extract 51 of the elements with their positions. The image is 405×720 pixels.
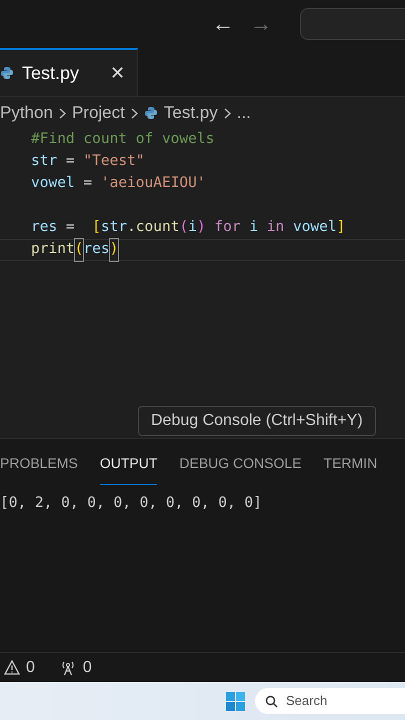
code-token: in (266, 218, 286, 238)
code-token: #Find count of vowels (31, 130, 214, 150)
panel-tab[interactable]: OUTPUT (100, 453, 158, 485)
code-token: print (31, 240, 75, 260)
windows-icon[interactable] (226, 692, 245, 710)
code-token: ) (110, 239, 118, 261)
code-token: [ (92, 218, 101, 238)
tab-label: Test.py (22, 62, 80, 85)
code-token: i (188, 218, 197, 238)
close-button[interactable]: ✕ (110, 60, 125, 86)
output-text: [0, 2, 0, 0, 0, 0, 0, 0, 0, 0] (0, 494, 263, 513)
tooltip: Debug Console (Ctrl+Shift+Y) (138, 406, 376, 436)
status-count[interactable]: 0 (82, 656, 92, 680)
search-placeholder: Search (286, 692, 328, 710)
code-token: ( (74, 239, 84, 261)
taskbar-search-field[interactable]: Search (255, 688, 405, 714)
chevron-icon (58, 108, 66, 118)
breadcrumb-item[interactable]: Python (0, 100, 53, 126)
panel-tab[interactable]: PROBLEMS (0, 453, 78, 485)
breadcrumb-item[interactable]: Project (72, 100, 125, 126)
python-icon (0, 66, 14, 80)
code-token: "Teest" (83, 152, 145, 172)
panel-tab[interactable]: DEBUG CONSOLE (179, 453, 302, 485)
code-token: = (82, 174, 94, 194)
command-center-field[interactable] (300, 8, 405, 40)
code-token: = (64, 218, 76, 238)
code-token: ( (179, 218, 188, 238)
chevron-icon (224, 108, 231, 118)
panel-tab[interactable]: TERMIN (324, 453, 378, 485)
code-token: vowel (31, 174, 75, 194)
warning-icon (4, 660, 20, 675)
code-token: vowel (292, 218, 337, 238)
code-token: ) (196, 218, 206, 238)
chevron-icon (130, 108, 138, 118)
python-icon (144, 106, 158, 120)
breadcrumb-item[interactable]: Test.py (164, 100, 218, 126)
back-button[interactable]: ← (212, 13, 234, 35)
code-token: str (100, 218, 128, 238)
breadcrumb-item[interactable]: ... (236, 100, 251, 126)
editor-tab[interactable]: Test.py ✕ (0, 48, 138, 96)
code-token: 'aeiouAEIOU' (100, 174, 206, 194)
code-token: .count (127, 218, 180, 238)
code-token: for (213, 218, 242, 238)
code-token: i (249, 218, 258, 238)
search-icon (265, 694, 278, 708)
code-token: = (64, 152, 76, 172)
status-count[interactable]: 0 (26, 656, 35, 680)
code-token: res (31, 218, 58, 238)
code-token: res (83, 240, 110, 260)
code-token: str (31, 152, 58, 172)
code-token: ] (336, 218, 346, 238)
